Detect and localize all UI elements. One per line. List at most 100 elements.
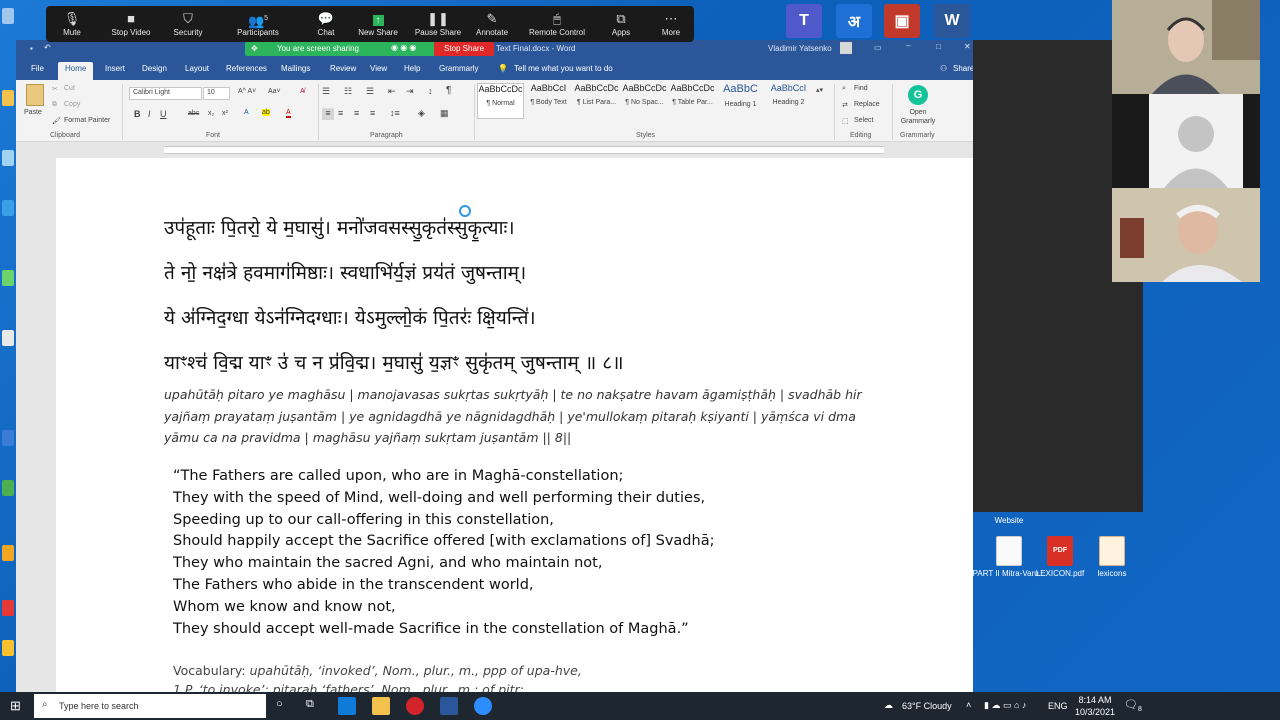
decrease-indent-icon[interactable]: ⇤ xyxy=(388,86,396,97)
stop-share-button[interactable]: Stop Share xyxy=(434,42,494,56)
security-button[interactable]: ⛉ Security xyxy=(168,10,208,37)
apps-button[interactable]: ⧉ Apps xyxy=(604,10,638,37)
close-icon[interactable]: ✕ xyxy=(964,42,971,51)
open-grammarly-button[interactable]: Open Grammarly xyxy=(896,108,940,126)
mute-button[interactable]: 🎙 Mute xyxy=(52,10,92,37)
align-center-icon[interactable]: ≡ xyxy=(338,108,343,118)
copy-button[interactable]: Copy xyxy=(64,101,80,108)
ruler-scale[interactable] xyxy=(164,146,884,154)
edge-icon[interactable] xyxy=(338,697,356,715)
user-avatar[interactable] xyxy=(840,42,852,54)
tab-mailings[interactable]: Mailings xyxy=(279,62,312,80)
cut-button[interactable]: Cut xyxy=(64,85,75,92)
highlight-icon[interactable]: ab xyxy=(262,109,270,116)
stop-video-button[interactable]: ■ Stop Video xyxy=(106,10,156,37)
participants-button[interactable]: 👥5 Participants xyxy=(232,10,284,37)
format-painter-button[interactable]: Format Painter xyxy=(64,117,110,124)
new-share-button[interactable]: ↑ New Share xyxy=(354,10,402,37)
word-app-icon[interactable]: W xyxy=(934,4,970,38)
task-view-icon[interactable]: ⧉ xyxy=(306,698,314,711)
align-left-icon[interactable]: ≡ xyxy=(322,108,334,120)
tab-view[interactable]: View xyxy=(368,62,389,80)
clock-time[interactable]: 8:14 AM xyxy=(1074,695,1116,705)
shading-icon[interactable]: ◈ xyxy=(418,108,425,119)
subscript-button[interactable]: x₂ xyxy=(208,110,214,117)
app-icon[interactable] xyxy=(2,200,14,216)
desktop-icon-lexicons[interactable]: lexicons xyxy=(1075,536,1149,578)
sort-icon[interactable]: ↕ xyxy=(428,86,433,96)
font-name-select[interactable]: Calibri Light xyxy=(129,87,202,100)
tab-layout[interactable]: Layout xyxy=(183,62,211,80)
italic-button[interactable]: I xyxy=(148,109,151,119)
superscript-button[interactable]: x² xyxy=(222,110,228,117)
replace-icon[interactable]: ⇄ xyxy=(842,101,848,109)
tab-home[interactable]: Home xyxy=(58,62,94,80)
tab-grammarly[interactable]: Grammarly xyxy=(437,62,481,80)
weather-text[interactable]: 63°F Cloudy xyxy=(902,701,952,711)
maximize-icon[interactable]: □ xyxy=(936,42,941,51)
pause-share-button[interactable]: ❚❚ Pause Share xyxy=(412,10,464,37)
save-icon[interactable]: ▪ xyxy=(30,44,33,53)
style-no-spacing[interactable]: AaBbCcDc ¶ No Spac... xyxy=(621,83,668,119)
share-icon[interactable]: ⚇ xyxy=(938,62,949,80)
select-button[interactable]: Select xyxy=(854,117,873,124)
numbering-icon[interactable]: ☷ xyxy=(344,86,352,97)
grammarly-icon[interactable]: G xyxy=(908,85,928,105)
recycle-bin-icon[interactable] xyxy=(2,8,14,24)
increase-indent-icon[interactable]: ⇥ xyxy=(406,86,414,97)
style-table-paragraph[interactable]: AaBbCcDc ¶ Table Par... xyxy=(669,83,716,119)
folder-icon[interactable] xyxy=(2,90,14,106)
bullets-icon[interactable]: ☰ xyxy=(322,86,330,97)
change-case-icon[interactable]: Aa˅ xyxy=(268,88,281,95)
translator-icon[interactable]: अ xyxy=(836,4,872,38)
file-explorer-icon[interactable] xyxy=(372,697,390,715)
tab-insert[interactable]: Insert xyxy=(103,62,127,80)
replace-button[interactable]: Replace xyxy=(854,101,880,108)
app-icon[interactable] xyxy=(2,430,14,446)
show-marks-icon[interactable]: ¶ xyxy=(446,85,451,96)
find-icon[interactable]: ⌕ xyxy=(842,85,846,93)
screen-sharing-indicator[interactable]: ✥ You are screen sharing ◉ ◉ ◉ xyxy=(245,42,435,56)
app-icon[interactable] xyxy=(2,600,14,616)
borders-icon[interactable]: ▦ xyxy=(440,108,449,119)
taskbar-search-box[interactable]: ⌕ Type here to search xyxy=(34,694,266,718)
cortana-icon[interactable]: ○ xyxy=(276,698,283,710)
notifications-icon[interactable]: 🗨8 xyxy=(1124,698,1142,713)
document-page[interactable]: उप॑हूताः पि॒तरो॒ ये म॒घासु॑। मनो॑जवसस्सु… xyxy=(56,158,973,692)
minimize-icon[interactable]: – xyxy=(906,41,910,50)
app-icon[interactable] xyxy=(2,480,14,496)
underline-button[interactable]: U xyxy=(160,109,167,119)
teams-icon[interactable]: T xyxy=(786,4,822,38)
file-icon[interactable] xyxy=(2,150,14,166)
share-button[interactable]: Share xyxy=(951,62,973,80)
style-heading-2[interactable]: AaBbCcI Heading 2 xyxy=(765,83,812,119)
participant-video-2[interactable] xyxy=(1112,94,1260,188)
show-hidden-icons[interactable]: ˄ xyxy=(966,700,971,710)
zoom-taskbar-icon[interactable] xyxy=(474,697,492,715)
more-button[interactable]: ⋯ More xyxy=(654,10,688,37)
book-app-icon[interactable]: ▣ xyxy=(884,4,920,38)
align-right-icon[interactable]: ≡ xyxy=(354,108,359,118)
participant-video-3[interactable] xyxy=(1112,188,1260,282)
multilevel-list-icon[interactable]: ☰ xyxy=(366,86,374,97)
cut-icon[interactable]: ✂ xyxy=(52,85,58,93)
tell-me-search[interactable]: Tell me what you want to do xyxy=(512,62,615,80)
bold-button[interactable]: B xyxy=(134,109,141,119)
word-taskbar-icon[interactable] xyxy=(440,697,458,715)
font-color-icon[interactable]: A xyxy=(286,109,291,118)
strikethrough-button[interactable]: abc xyxy=(188,110,199,117)
style-heading-1[interactable]: AaBbC Heading 1 xyxy=(717,83,764,119)
grow-font-icon[interactable]: A^ A˅ xyxy=(238,88,256,95)
format-painter-icon[interactable]: 🖌 xyxy=(52,117,61,125)
font-size-select[interactable]: 10 xyxy=(203,87,230,100)
select-icon[interactable]: ⬚ xyxy=(842,117,849,125)
remote-control-button[interactable]: 🖱 Remote Control xyxy=(524,10,590,37)
drive-icon[interactable] xyxy=(2,545,14,561)
ribbon-display-icon[interactable]: ▭ xyxy=(874,43,882,52)
tray-icons[interactable]: ▮ ☁ ▭ ⌂ ♪ xyxy=(984,700,1026,711)
windows-start-icon[interactable]: ⊞ xyxy=(10,698,21,714)
user-name[interactable]: Vladimir Yatsenko xyxy=(768,44,832,53)
opera-icon[interactable] xyxy=(406,697,424,715)
style-body-text[interactable]: AaBbCcI ¶ Body Text xyxy=(525,83,572,119)
style-list-paragraph[interactable]: AaBbCcDc ¶ List Para... xyxy=(573,83,620,119)
